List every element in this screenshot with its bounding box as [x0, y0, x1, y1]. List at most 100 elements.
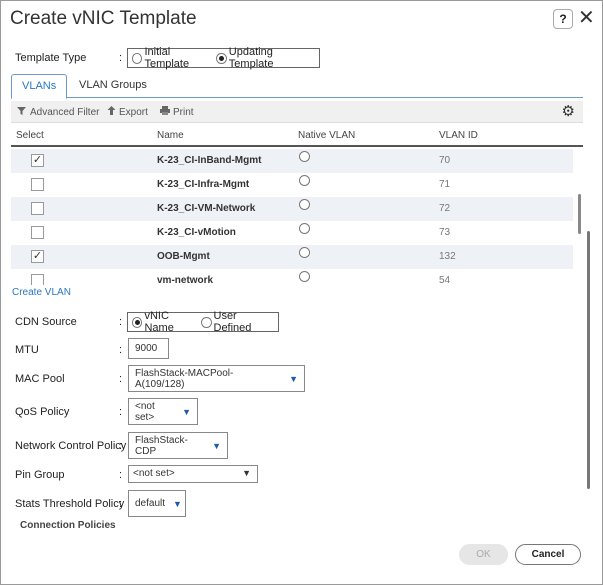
row-select-checkbox[interactable]: [31, 226, 44, 239]
cdn-source-label: CDN Source: [15, 316, 77, 328]
chevron-down-icon: ▼: [289, 373, 298, 384]
native-vlan-radio[interactable]: [299, 175, 310, 186]
cancel-button[interactable]: Cancel: [515, 544, 581, 565]
dialog-title: Create vNIC Template: [10, 8, 197, 29]
table-row[interactable]: K-23_CI-vMotion 73: [11, 221, 573, 245]
column-native-vlan: Native VLAN: [298, 130, 356, 141]
native-vlan-radio[interactable]: [299, 199, 310, 210]
updating-template-option[interactable]: Updating Template: [216, 46, 315, 70]
user-defined-radio[interactable]: [201, 316, 212, 328]
network-control-policy-colon: :: [119, 440, 123, 452]
mtu-colon: :: [119, 344, 123, 356]
native-vlan-radio[interactable]: [299, 271, 310, 282]
connection-policies-heading[interactable]: Connection Policies: [20, 520, 116, 531]
row-select-checkbox[interactable]: [31, 178, 44, 191]
vlan-name: K-23_CI-vMotion: [157, 227, 236, 238]
qos-policy-select[interactable]: <not set> ▼: [128, 398, 198, 425]
table-row[interactable]: vm-network 54: [11, 269, 573, 285]
qos-policy-value: <not set>: [135, 400, 155, 423]
row-select-checkbox[interactable]: ✓: [31, 154, 44, 167]
row-select-checkbox[interactable]: ✓: [31, 250, 44, 263]
export-button[interactable]: Export: [107, 106, 148, 119]
vnic-name-option[interactable]: vNIC Name: [132, 310, 198, 334]
network-control-policy-label: Network Control Policy: [15, 440, 127, 452]
user-defined-label: User Defined: [213, 310, 252, 334]
mtu-input[interactable]: 9000: [128, 338, 169, 359]
print-label: Print: [173, 107, 194, 118]
column-select: Select: [16, 130, 44, 141]
stats-threshold-policy-colon: :: [119, 498, 123, 510]
updating-template-radio[interactable]: [216, 52, 227, 64]
dialog-scrollbar[interactable]: [587, 231, 590, 489]
table-row[interactable]: K-23_CI-Infra-Mgmt 71: [11, 173, 573, 197]
vlan-id: 54: [439, 275, 451, 285]
tab-bar: VLANs VLAN Groups: [11, 74, 583, 99]
template-type-label: Template Type: [15, 52, 87, 64]
user-defined-option[interactable]: User Defined: [201, 310, 274, 334]
stats-threshold-policy-value: default: [135, 498, 166, 509]
table-row[interactable]: ✓ K-23_CI-InBand-Mgmt 70: [11, 149, 573, 173]
stats-threshold-policy-select[interactable]: default ▼: [128, 490, 186, 517]
native-vlan-radio[interactable]: [299, 247, 310, 258]
native-vlan-radio[interactable]: [299, 223, 310, 234]
qos-policy-label: QoS Policy: [15, 406, 70, 418]
template-type-radio-group: Initial Template Updating Template: [127, 46, 320, 70]
table-row[interactable]: ✓ OOB-Mgmt 132: [11, 245, 573, 269]
pin-group-colon: :: [119, 469, 123, 481]
native-vlan-radio[interactable]: [299, 151, 310, 162]
vlan-name: K-23_CI-InBand-Mgmt: [157, 155, 262, 166]
pin-group-value: <not set>: [133, 468, 175, 479]
close-icon[interactable]: ✕: [578, 8, 595, 28]
cdn-source-colon: :: [119, 316, 123, 328]
initial-template-option[interactable]: Initial Template: [132, 46, 213, 70]
help-button[interactable]: ?: [553, 9, 573, 29]
chevron-down-icon: ▼: [173, 498, 182, 509]
mtu-value: 9000: [135, 343, 158, 354]
row-select-checkbox[interactable]: [31, 274, 44, 285]
create-vnic-template-dialog: Create vNIC Template ? ✕ Template Type :…: [0, 0, 603, 585]
print-button[interactable]: Print: [160, 106, 194, 119]
initial-template-label: Initial Template: [144, 46, 190, 70]
print-icon: [160, 106, 170, 119]
chevron-down-icon: ▼: [182, 406, 191, 417]
vlan-name: K-23_CI-VM-Network: [157, 203, 256, 214]
cdn-source-radio-group: vNIC Name User Defined: [127, 310, 279, 334]
table-scrollbar[interactable]: [578, 194, 581, 234]
column-name: Name: [157, 130, 184, 141]
filter-icon: [17, 106, 27, 119]
network-control-policy-select[interactable]: FlashStack-CDP ▼: [128, 432, 228, 459]
mac-pool-label: MAC Pool: [15, 373, 65, 385]
gear-icon[interactable]: ⚙: [562, 102, 575, 120]
qos-policy-colon: :: [119, 406, 123, 418]
vnic-name-radio[interactable]: [132, 316, 143, 328]
table-toolbar: Advanced Filter Export Print ⚙: [11, 101, 583, 123]
export-label: Export: [119, 107, 148, 118]
mac-pool-colon: :: [119, 373, 123, 385]
tab-vlan-groups[interactable]: VLAN Groups: [69, 74, 157, 98]
vlan-id: 72: [439, 203, 451, 214]
vlan-name: vm-network: [157, 275, 214, 285]
table-row[interactable]: K-23_CI-VM-Network 72: [11, 197, 573, 221]
vlan-table-header: Select Name Native VLAN VLAN ID: [11, 125, 583, 147]
create-vlan-link[interactable]: Create VLAN: [12, 287, 71, 298]
vlan-id: 70: [439, 155, 451, 166]
tab-vlans[interactable]: VLANs: [11, 74, 68, 99]
row-select-checkbox[interactable]: [31, 202, 44, 215]
chevron-down-icon: ▼: [212, 440, 221, 451]
pin-group-select[interactable]: <not set> ▼: [128, 465, 258, 483]
ok-button[interactable]: OK: [459, 544, 508, 565]
mac-pool-select[interactable]: FlashStack-MACPool-A(109/128) ▼: [128, 365, 305, 392]
vlan-name: K-23_CI-Infra-Mgmt: [157, 179, 250, 190]
pin-group-label: Pin Group: [15, 469, 65, 481]
updating-template-label: Updating Template: [228, 46, 274, 70]
vlan-table-body: ✓ K-23_CI-InBand-Mgmt 70 K-23_CI-Infra-M…: [11, 149, 573, 285]
network-control-policy-value: FlashStack-CDP: [135, 434, 188, 457]
column-vlan-id: VLAN ID: [439, 130, 478, 141]
chevron-down-icon: ▼: [242, 468, 251, 478]
vlan-name: OOB-Mgmt: [157, 251, 210, 262]
advanced-filter-button[interactable]: Advanced Filter: [17, 106, 99, 119]
mac-pool-value: FlashStack-MACPool-A(109/128): [135, 367, 234, 390]
mtu-label: MTU: [15, 344, 39, 356]
initial-template-radio[interactable]: [132, 52, 143, 64]
vlan-id: 71: [439, 179, 451, 190]
